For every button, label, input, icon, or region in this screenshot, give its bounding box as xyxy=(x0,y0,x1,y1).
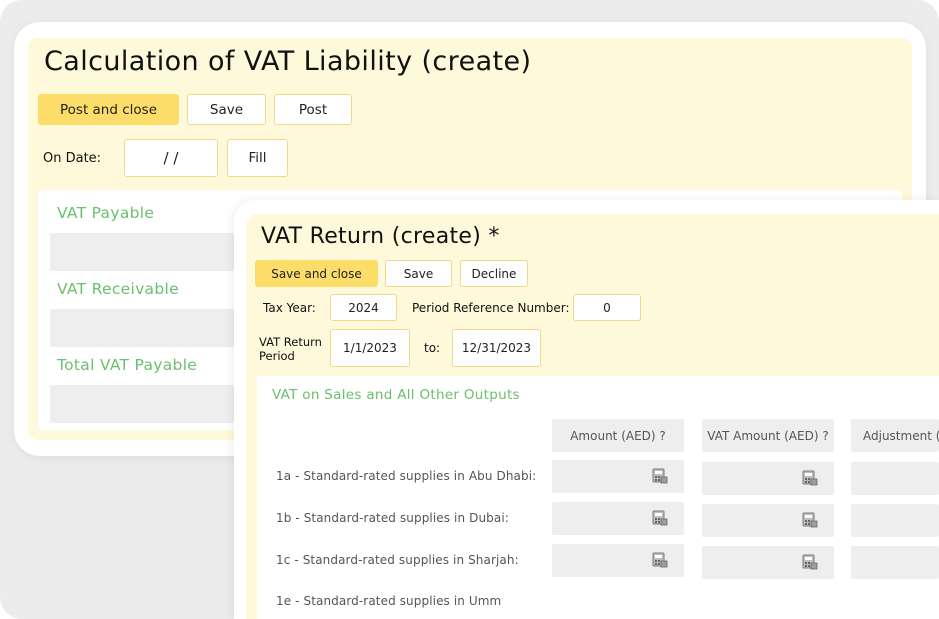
column-header-adjustment: Adjustment (A xyxy=(851,419,939,452)
vat-receivable-label: VAT Receivable xyxy=(57,280,179,298)
post-and-close-button[interactable]: Post and close xyxy=(38,94,179,125)
vat-receivable-field[interactable] xyxy=(50,309,240,347)
column-header-amount: Amount (AED) ? xyxy=(552,419,684,452)
adjustment-1c-input[interactable] xyxy=(851,546,939,579)
vat-amount-1b-input[interactable] xyxy=(702,504,834,537)
amount-1b-input[interactable] xyxy=(552,502,684,535)
period-reference-input[interactable]: 0 xyxy=(573,294,641,321)
on-date-input[interactable]: / / xyxy=(124,139,218,177)
save-and-close-button[interactable]: Save and close xyxy=(255,260,378,287)
row-label-1c: 1c - Standard-rated supplies in Sharjah: xyxy=(276,553,519,567)
calculator-icon[interactable] xyxy=(802,554,818,570)
amount-1a-input[interactable] xyxy=(552,460,684,493)
total-vat-payable-field[interactable] xyxy=(50,385,240,423)
fill-button[interactable]: Fill xyxy=(227,139,288,177)
vat-payable-field[interactable] xyxy=(50,233,240,271)
period-reference-label: Period Reference Number: xyxy=(412,301,570,315)
tax-year-label: Tax Year: xyxy=(263,301,316,315)
vat-return-save-button[interactable]: Save xyxy=(385,260,452,287)
adjustment-1a-input[interactable] xyxy=(851,462,939,495)
row-label-1e: 1e - Standard-rated supplies in Umm xyxy=(276,594,502,608)
vat-return-period-label: VAT Return Period xyxy=(259,334,322,363)
page-title: Calculation of VAT Liability (create) xyxy=(44,46,532,77)
tax-year-input[interactable]: 2024 xyxy=(330,294,397,321)
period-from-input[interactable]: 1/1/2023 xyxy=(330,329,410,367)
column-header-vat-amount: VAT Amount (AED) ? xyxy=(702,419,834,452)
calculator-icon[interactable] xyxy=(652,552,668,568)
total-vat-payable-label: Total VAT Payable xyxy=(57,356,198,374)
post-button[interactable]: Post xyxy=(274,94,352,125)
row-label-1b: 1b - Standard-rated supplies in Dubai: xyxy=(276,511,509,525)
amount-1c-input[interactable] xyxy=(552,544,684,577)
calculator-icon[interactable] xyxy=(652,510,668,526)
vat-sales-panel xyxy=(257,376,939,619)
vat-amount-1a-input[interactable] xyxy=(702,462,834,495)
section-title: VAT on Sales and All Other Outputs xyxy=(272,387,520,403)
row-label-1a: 1a - Standard-rated supplies in Abu Dhab… xyxy=(276,469,537,483)
save-button[interactable]: Save xyxy=(187,94,266,125)
period-to-label: to: xyxy=(424,341,441,355)
calculator-icon[interactable] xyxy=(802,470,818,486)
calculator-icon[interactable] xyxy=(652,468,668,484)
on-date-label: On Date: xyxy=(43,151,102,166)
vat-amount-1c-input[interactable] xyxy=(702,546,834,579)
vat-return-title: VAT Return (create) * xyxy=(261,224,500,249)
vat-payable-label: VAT Payable xyxy=(57,204,155,222)
period-to-input[interactable]: 12/31/2023 xyxy=(452,329,541,367)
calculator-icon[interactable] xyxy=(802,512,818,528)
decline-button[interactable]: Decline xyxy=(460,260,528,287)
adjustment-1b-input[interactable] xyxy=(851,504,939,537)
